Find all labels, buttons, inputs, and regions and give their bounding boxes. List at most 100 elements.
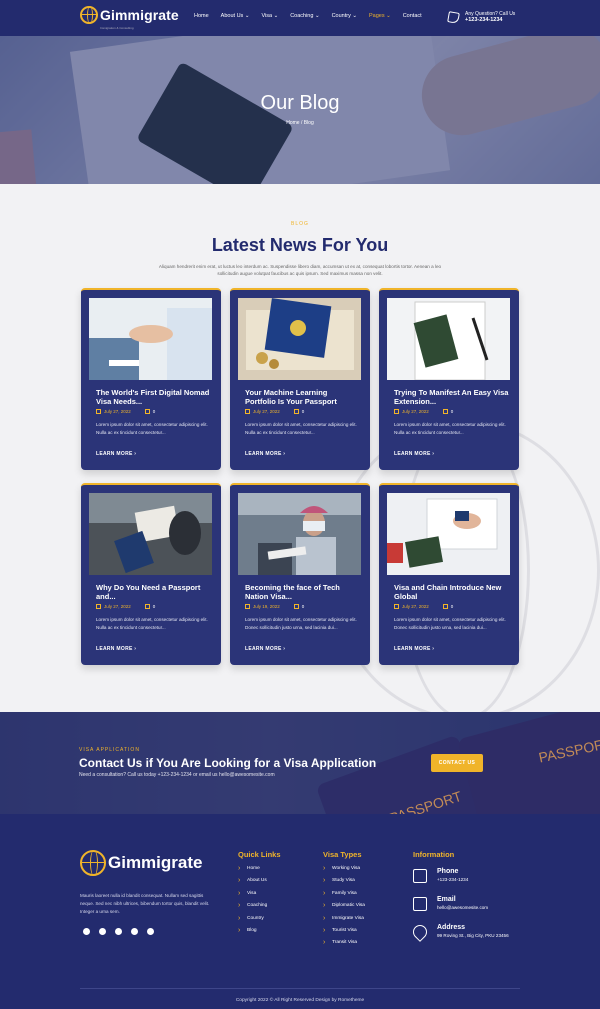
header-phone[interactable]: Any Question? Call Us +123-234-1234: [447, 11, 515, 24]
footer-visa-diplomatic[interactable]: Diplomatic Visa: [323, 900, 365, 913]
info-address-value: 99 Roving St., Big City, PKU 23456: [437, 933, 509, 938]
comment-icon: [293, 604, 299, 609]
card-excerpt: Lorem ipsum dolor sit amet, consectetur …: [245, 617, 357, 630]
info-email-value[interactable]: hello@awesomesite.com: [437, 904, 488, 912]
nav-home[interactable]: Home: [194, 13, 209, 19]
twitter-icon[interactable]: [99, 928, 106, 935]
blog-card[interactable]: Visa and Chain Introduce New Global July…: [379, 483, 519, 665]
card-title[interactable]: Trying To Manifest An Easy Visa Extensio…: [394, 388, 509, 406]
card-image-passport-hand[interactable]: [89, 493, 212, 575]
card-title[interactable]: Visa and Chain Introduce New Global: [394, 583, 509, 601]
footer-link-visa[interactable]: Visa: [238, 888, 267, 901]
card-comments: 0: [301, 409, 305, 414]
section-label: BLOG: [291, 221, 309, 227]
comment-icon: [144, 409, 150, 414]
card-title[interactable]: The World's First Digital Nomad Visa Nee…: [96, 388, 211, 406]
card-title[interactable]: Why Do You Need a Passport and...: [96, 583, 211, 601]
card-image-traveler-mask[interactable]: [238, 493, 361, 575]
footer-link-blog[interactable]: Blog: [238, 925, 267, 938]
nav-country[interactable]: Country ⌄: [332, 13, 357, 19]
footer-visa-study[interactable]: Study Visa: [323, 875, 365, 888]
footer-link-country[interactable]: Country: [238, 913, 267, 926]
site-logo[interactable]: Gimmigrate Immigration & Consulting: [80, 6, 179, 30]
blog-card[interactable]: The World's First Digital Nomad Visa Nee…: [81, 288, 221, 470]
footer-link-home[interactable]: Home: [238, 863, 267, 876]
footer-link-about[interactable]: About Us: [238, 875, 267, 888]
card-date: July 27, 2022: [402, 409, 429, 414]
comment-icon: [144, 604, 150, 609]
youtube-icon[interactable]: [147, 928, 154, 935]
info-email-label: Email: [437, 896, 456, 903]
logo-text: Gimmigrate: [100, 7, 179, 23]
card-comments: 0: [301, 604, 305, 609]
calendar-icon: [96, 604, 101, 609]
quick-links-list: Home About Us Visa Coaching Country Blog: [238, 863, 267, 938]
nav-visa[interactable]: Visa ⌄: [261, 13, 278, 19]
footer-link-coaching[interactable]: Coaching: [238, 900, 267, 913]
learn-more-link[interactable]: LEARN MORE ›: [394, 646, 434, 652]
card-meta: July 27, 2022 0: [245, 409, 304, 414]
blog-card[interactable]: Your Machine Learning Portfolio Is Your …: [230, 288, 370, 470]
comment-icon: [442, 409, 448, 414]
logo-subtitle: Immigration & Consulting: [100, 26, 134, 30]
footer-visa-working[interactable]: Working Visa: [323, 863, 365, 876]
calendar-icon: [394, 409, 399, 414]
blog-card[interactable]: Becoming the face of Tech Nation Visa...…: [230, 483, 370, 665]
cta-title: Contact Us if You Are Looking for a Visa…: [79, 756, 377, 770]
breadcrumb[interactable]: Home / Blog: [0, 120, 600, 126]
footer-visa-tourist[interactable]: Tourist Visa: [323, 925, 365, 938]
learn-more-link[interactable]: LEARN MORE ›: [394, 451, 434, 457]
card-image-passport-map[interactable]: [238, 298, 361, 380]
footer-visa-family[interactable]: Family Visa: [323, 888, 365, 901]
card-excerpt: Lorem ipsum dolor sit amet, consectetur …: [394, 422, 506, 435]
card-image-passport-pen[interactable]: [387, 298, 510, 380]
globe-icon: [80, 850, 106, 876]
card-meta: July 27, 2022 0: [96, 409, 155, 414]
learn-more-link[interactable]: LEARN MORE ›: [96, 451, 136, 457]
dribbble-icon[interactable]: [83, 928, 90, 935]
learn-more-link[interactable]: LEARN MORE ›: [245, 646, 285, 652]
learn-more-link[interactable]: LEARN MORE ›: [96, 646, 136, 652]
card-meta: July 27, 2022 0: [394, 409, 453, 414]
nav-contact[interactable]: Contact: [403, 13, 422, 19]
learn-more-link[interactable]: LEARN MORE ›: [245, 451, 285, 457]
footer-visa-immigrate[interactable]: Immigrate Visa: [323, 913, 365, 926]
card-meta: July 27, 2022 0: [394, 604, 453, 609]
linkedin-icon[interactable]: [131, 928, 138, 935]
card-date: July 27, 2022: [104, 604, 131, 609]
info-address: Address 99 Roving St., Big City, PKU 2345…: [410, 922, 509, 942]
card-title[interactable]: Your Machine Learning Portfolio Is Your …: [245, 388, 360, 406]
card-comments: 0: [450, 409, 454, 414]
footer-about: Mauris laoreet nulla id blandit consequa…: [80, 893, 210, 914]
social-links: [83, 928, 154, 935]
visa-types-title: Visa Types: [323, 850, 362, 859]
calendar-icon: [245, 604, 250, 609]
card-date: July 27, 2022: [402, 604, 429, 609]
footer-visa-transit[interactable]: Transit Visa: [323, 937, 365, 950]
nav-pages[interactable]: Pages ⌄: [369, 13, 391, 19]
blog-card[interactable]: Why Do You Need a Passport and... July 2…: [81, 483, 221, 665]
nav-about-us[interactable]: About Us ⌄: [221, 13, 250, 19]
information-title: Information: [413, 850, 455, 859]
cta-label: VISA APPLICATION: [79, 747, 140, 753]
card-date: July 19, 2022: [253, 604, 280, 609]
visa-application-cta: PASSPORT PASSPORT VISA APPLICATION Conta…: [0, 712, 600, 814]
card-meta: July 19, 2022 0: [245, 604, 304, 609]
card-excerpt: Lorem ipsum dolor sit amet, consectetur …: [394, 617, 506, 630]
info-phone-value[interactable]: +123-234-1234: [437, 876, 468, 884]
footer-logo[interactable]: Gimmigrate: [80, 850, 202, 876]
site-footer: Gimmigrate Mauris laoreet nulla id bland…: [0, 814, 600, 1009]
visa-types-list: Working Visa Study Visa Family Visa Dipl…: [323, 863, 365, 950]
contact-us-button[interactable]: CONTACT US: [431, 754, 483, 772]
nav-coaching[interactable]: Coaching ⌄: [290, 13, 319, 19]
header-phone-number: +123-234-1234: [465, 17, 503, 23]
card-title[interactable]: Becoming the face of Tech Nation Visa...: [245, 583, 360, 601]
page-title: Our Blog: [260, 92, 340, 114]
instagram-icon[interactable]: [115, 928, 122, 935]
blog-card[interactable]: Trying To Manifest An Easy Visa Extensio…: [379, 288, 519, 470]
email-icon: [413, 897, 427, 911]
card-image-passport-documents[interactable]: [387, 493, 510, 575]
card-image-handshake[interactable]: [89, 298, 212, 380]
card-comments: 0: [450, 604, 454, 609]
card-excerpt: Lorem ipsum dolor sit amet, consectetur …: [245, 422, 357, 435]
